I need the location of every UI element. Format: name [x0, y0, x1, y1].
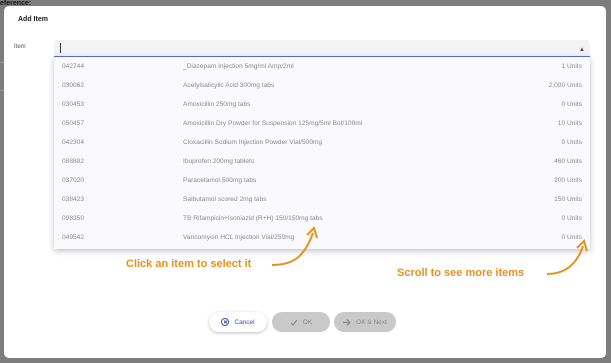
item-description: TB Rifampicin+Isoniazid (R+H) 150/150mg …	[183, 215, 323, 222]
ok-label: OK	[302, 318, 313, 326]
item-code: 050457	[62, 120, 85, 127]
item-code: 042744	[62, 63, 85, 70]
cancel-button[interactable]: Cancel	[209, 312, 267, 332]
item-quantity: 460 Units	[554, 158, 582, 165]
item-description: Salbutamol scored 2mg tabs	[183, 196, 267, 203]
item-quantity: 2,000 Units	[548, 82, 582, 89]
item-code: 088882	[62, 158, 85, 165]
item-code: 030062	[62, 82, 85, 89]
list-item[interactable]: 042744 _Diazepam Injection 5mg/ml Amp/2m…	[54, 57, 590, 78]
item-search-input[interactable]: ▲	[54, 40, 590, 57]
arrow-right-icon	[343, 318, 351, 326]
item-quantity: 0 Units	[561, 139, 582, 146]
list-item[interactable]: 030062 Acetylsalicylic Acid 300mg tabs 2…	[54, 76, 590, 97]
chevron-up-icon[interactable]: ▲	[579, 47, 585, 53]
item-code: 030453	[62, 101, 85, 108]
dialog-title: Add Item	[18, 16, 48, 23]
item-description: Paracetamol 500mg tabs	[183, 177, 257, 184]
ok-button[interactable]: OK	[272, 312, 330, 332]
item-description: Amoxicillin 250mg tabs	[183, 101, 251, 108]
item-field-label: Item	[14, 44, 26, 50]
item-quantity: 0 Units	[561, 101, 582, 108]
item-description: Acetylsalicylic Acid 300mg tabs	[183, 82, 275, 89]
item-code: 049542	[62, 234, 85, 241]
check-icon	[290, 319, 298, 326]
item-description: Amoxicillin Dry Powder for Suspension 12…	[183, 120, 363, 127]
item-code: 038423	[62, 196, 85, 203]
item-description: Cloxacillin Sodium Injection Powder Vial…	[183, 139, 323, 146]
item-code: 042304	[62, 139, 85, 146]
list-item[interactable]: 038423 Salbutamol scored 2mg tabs 150 Un…	[54, 190, 590, 211]
ok-and-next-button[interactable]: OK & Next	[334, 312, 396, 332]
list-item[interactable]: 030453 Amoxicillin 250mg tabs 0 Units	[54, 95, 590, 116]
item-quantity: 0 Units	[561, 215, 582, 222]
circle-x-icon	[221, 318, 230, 326]
item-code: 098350	[62, 215, 85, 222]
click-hint-arrow-icon	[271, 226, 318, 266]
item-dropdown-list[interactable]: 042744 _Diazepam Injection 5mg/ml Amp/2m…	[54, 57, 590, 249]
item-code: 037020	[62, 177, 85, 184]
item-quantity: 10 Units	[557, 120, 582, 127]
cancel-label: Cancel	[234, 318, 255, 326]
list-item[interactable]: 088882 Ibuprofen 200mg tablets 460 Units	[54, 152, 590, 173]
scroll-hint-annotation: Scroll to see more items	[397, 267, 525, 279]
text-cursor	[60, 43, 61, 53]
list-item[interactable]: 042304 Cloxacillin Sodium Injection Powd…	[54, 133, 590, 154]
item-quantity: 150 Units	[554, 196, 582, 203]
ok-next-label: OK & Next	[356, 318, 387, 326]
list-item[interactable]: 037020 Paracetamol 500mg tabs 200 Units	[54, 171, 590, 192]
scroll-hint-arrow-icon	[546, 239, 588, 275]
click-hint-annotation: Click an item to select it	[126, 258, 252, 270]
item-quantity: 200 Units	[554, 177, 582, 184]
item-description: _Diazepam Injection 5mg/ml Amp/2ml	[183, 63, 294, 70]
item-quantity: 1 Units	[561, 63, 582, 70]
item-description: Ibuprofen 200mg tablets	[183, 158, 255, 165]
list-item[interactable]: 050457 Amoxicillin Dry Powder for Suspen…	[54, 114, 590, 135]
